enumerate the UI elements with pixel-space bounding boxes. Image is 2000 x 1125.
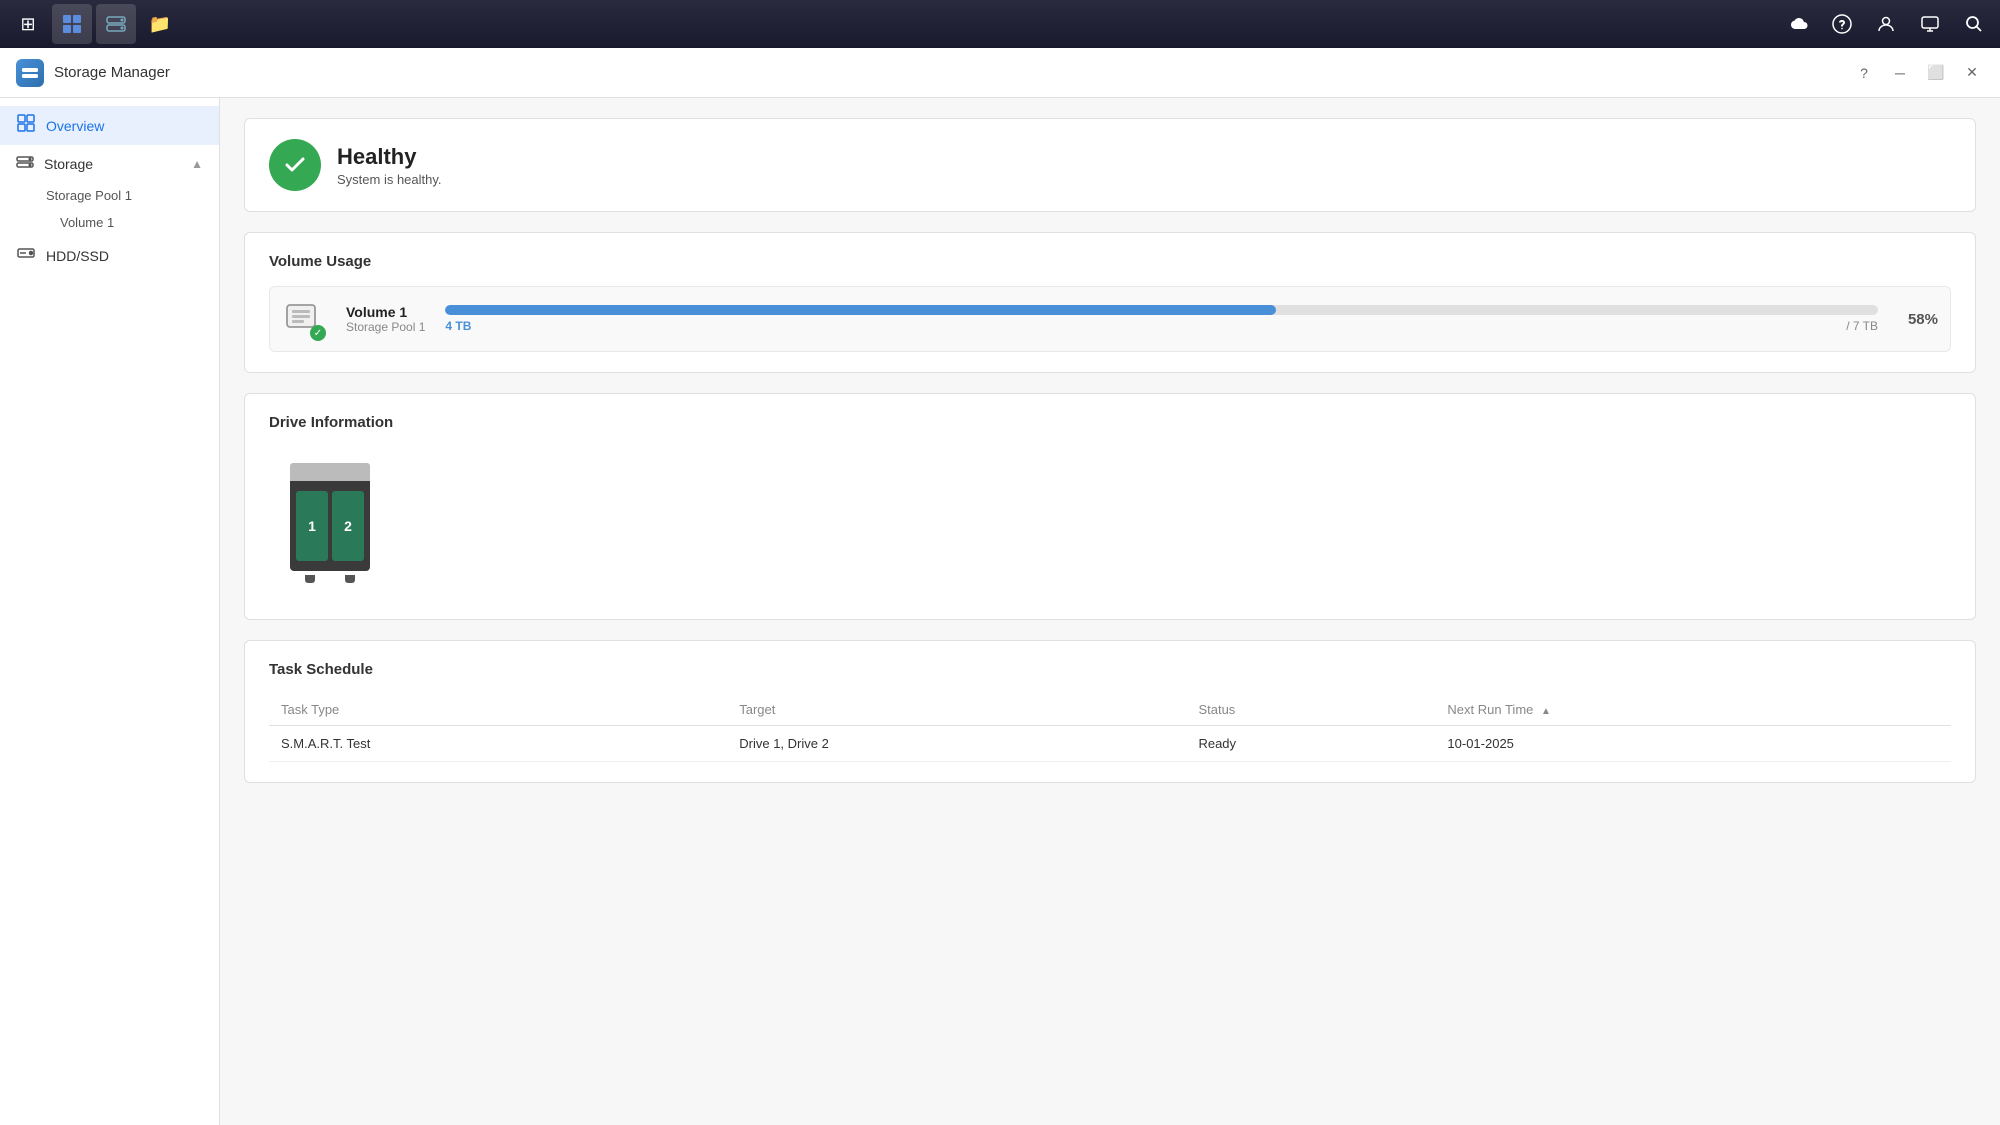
app-window: Storage Manager ? ─ ⬜ ✕ Overview (0, 48, 2000, 1125)
cell-status: Ready (1186, 726, 1435, 762)
hdd-icon (16, 244, 36, 267)
taskbar-app-storage[interactable] (96, 4, 136, 44)
app-title: Storage Manager (54, 64, 170, 81)
hdd-ssd-label: HDD/SSD (46, 248, 109, 264)
nas-foot-right (345, 575, 355, 583)
main-layout: Overview Storage ▲ Storage Pool 1 (0, 98, 2000, 1125)
task-schedule-title: Task Schedule (269, 661, 1951, 678)
taskbar-app-files[interactable] (52, 4, 92, 44)
health-text: Healthy System is healthy. (337, 144, 442, 187)
volume-pool-name: Storage Pool 1 (346, 320, 425, 334)
sort-arrow-icon: ▲ (1541, 706, 1551, 717)
taskbar-cloud-icon[interactable] (1780, 6, 1816, 42)
table-header-row: Task Type Target Status Next Run Time ▲ (269, 694, 1951, 726)
progress-labels: 4 TB / 7 TB (445, 319, 1878, 333)
overview-icon (16, 114, 36, 137)
sidebar-item-volume-1[interactable]: Volume 1 (0, 209, 219, 236)
drive-information-card: Drive Information 1 2 (244, 393, 1976, 620)
title-bar-controls: ? ─ ⬜ ✕ (1852, 61, 1984, 85)
taskbar-right-area (1780, 6, 1992, 42)
help-button[interactable]: ? (1852, 61, 1876, 85)
cell-task-type: S.M.A.R.T. Test (269, 726, 727, 762)
volume-bar-wrap: 4 TB / 7 TB (445, 305, 1878, 333)
close-button[interactable]: ✕ (1960, 61, 1984, 85)
progress-bar (445, 305, 1878, 315)
col-next-run-time[interactable]: Next Run Time ▲ (1435, 694, 1951, 726)
task-schedule-card: Task Schedule Task Type Target Status (244, 640, 1976, 783)
drive-info-title: Drive Information (269, 414, 1951, 431)
volume-row: ✓ Volume 1 Storage Pool 1 4 TB / (269, 286, 1951, 352)
nas-foot-left (305, 575, 315, 583)
task-table: Task Type Target Status Next Run Time ▲ (269, 694, 1951, 762)
drive-bay-2: 2 (332, 491, 364, 561)
volume-usage-card: Volume Usage ✓ Volume 1 Storage Pool (244, 232, 1976, 373)
sidebar-item-hdd-ssd[interactable]: HDD/SSD (0, 236, 219, 275)
volume-icon-wrap: ✓ (282, 297, 326, 341)
cell-next-run-time: 10-01-2025 (1435, 726, 1951, 762)
taskbar-search-icon[interactable] (1956, 6, 1992, 42)
volume-total: / 7 TB (1846, 319, 1878, 333)
volume-percent: 58% (1898, 311, 1938, 328)
minimize-button[interactable]: ─ (1888, 61, 1912, 85)
taskbar-user-icon[interactable] (1868, 6, 1904, 42)
health-card: Healthy System is healthy. (244, 118, 1976, 212)
taskbar: ⊞ 📁 (0, 0, 2000, 48)
storage-icon (16, 153, 34, 174)
nas-body: 1 2 (290, 481, 370, 571)
nas-feet (290, 575, 370, 583)
content-area: Healthy System is healthy. Volume Usage (220, 98, 2000, 1125)
taskbar-display-icon[interactable] (1912, 6, 1948, 42)
maximize-button[interactable]: ⬜ (1924, 61, 1948, 85)
table-row: S.M.A.R.T. Test Drive 1, Drive 2 Ready 1… (269, 726, 1951, 762)
sidebar-item-storage[interactable]: Storage ▲ (0, 145, 219, 182)
storage-label: Storage (44, 156, 93, 172)
sidebar: Overview Storage ▲ Storage Pool 1 (0, 98, 220, 1125)
volume-used: 4 TB (445, 319, 471, 333)
health-section: Healthy System is healthy. (269, 139, 1951, 191)
volume-usage-title: Volume Usage (269, 253, 1951, 270)
volume-check-icon: ✓ (310, 325, 326, 341)
cell-target: Drive 1, Drive 2 (727, 726, 1186, 762)
taskbar-app-grid[interactable]: ⊞ (8, 4, 48, 44)
volume-name: Volume 1 (346, 304, 425, 320)
health-icon (269, 139, 321, 191)
progress-fill (445, 305, 1276, 315)
storage-arrow-icon: ▲ (191, 157, 203, 171)
nas-case: 1 2 (285, 463, 375, 583)
health-description: System is healthy. (337, 172, 442, 187)
sidebar-item-overview[interactable]: Overview (0, 106, 219, 145)
col-task-type: Task Type (269, 694, 727, 726)
health-status: Healthy (337, 144, 442, 170)
sidebar-item-storage-pool-1[interactable]: Storage Pool 1 (0, 182, 219, 209)
title-bar: Storage Manager ? ─ ⬜ ✕ (0, 48, 2000, 98)
volume-info: Volume 1 Storage Pool 1 (346, 304, 425, 334)
taskbar-app-folder[interactable]: 📁 (140, 4, 180, 44)
app-logo (16, 59, 44, 87)
taskbar-notification-icon[interactable] (1824, 6, 1860, 42)
col-target: Target (727, 694, 1186, 726)
nas-top (290, 463, 370, 481)
col-status: Status (1186, 694, 1435, 726)
drive-bay-1: 1 (296, 491, 328, 561)
overview-label: Overview (46, 118, 104, 134)
drive-visual: 1 2 (269, 447, 1951, 599)
